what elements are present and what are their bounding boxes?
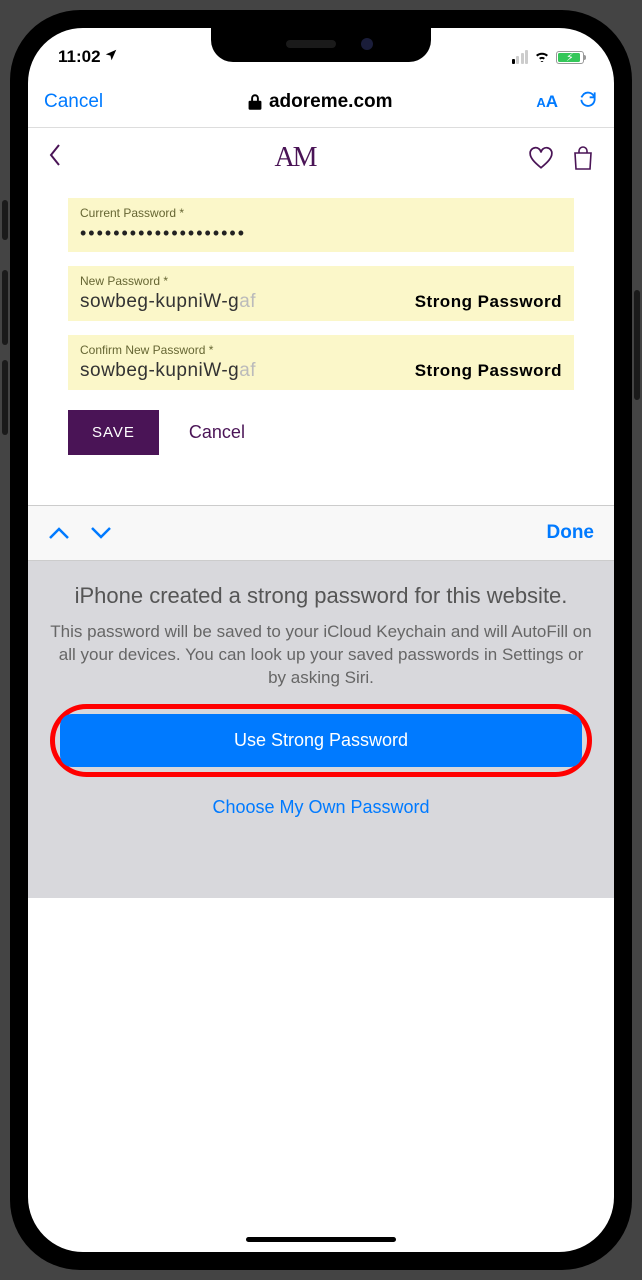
use-strong-password-button[interactable]: Use Strong Password bbox=[60, 714, 582, 767]
keyboard-accessory: Done bbox=[28, 505, 614, 561]
strong-password-badge: Strong Password bbox=[415, 292, 562, 312]
new-password-value: sowbeg-kupniW-g bbox=[80, 291, 239, 313]
strong-password-badge: Strong Password bbox=[415, 361, 562, 381]
status-time: 11:02 bbox=[58, 47, 118, 67]
wifi-icon bbox=[533, 48, 551, 67]
reader-aa-icon[interactable]: AA bbox=[536, 92, 558, 112]
password-form: Current Password * •••••••••••••••••••• … bbox=[28, 188, 614, 465]
notch bbox=[211, 28, 431, 62]
strong-password-sheet: iPhone created a strong password for thi… bbox=[28, 561, 614, 898]
home-indicator[interactable] bbox=[246, 1237, 396, 1242]
current-password-label: Current Password * bbox=[80, 206, 562, 220]
cancel-button[interactable]: Cancel bbox=[44, 91, 103, 113]
phone-frame: 11:02 ⚡︎ Cancel bbox=[10, 10, 632, 1270]
next-field-icon[interactable] bbox=[90, 520, 112, 546]
location-icon bbox=[104, 47, 118, 67]
confirm-password-label: Confirm New Password * bbox=[80, 343, 562, 357]
url-bar[interactable]: adoreme.com bbox=[247, 91, 393, 113]
choose-own-password-button[interactable]: Choose My Own Password bbox=[50, 797, 592, 818]
heart-icon[interactable] bbox=[528, 146, 554, 170]
bag-icon[interactable] bbox=[572, 145, 594, 171]
form-cancel-button[interactable]: Cancel bbox=[189, 422, 245, 443]
save-button[interactable]: SAVE bbox=[68, 410, 159, 455]
lock-icon bbox=[247, 93, 263, 111]
cell-signal-icon bbox=[512, 50, 529, 64]
confirm-password-value: sowbeg-kupniW-g bbox=[80, 360, 239, 382]
done-button[interactable]: Done bbox=[547, 522, 595, 544]
new-password-label: New Password * bbox=[80, 274, 562, 288]
sheet-title: iPhone created a strong password for thi… bbox=[50, 581, 592, 611]
battery-icon: ⚡︎ bbox=[556, 51, 584, 64]
page-content: AM Current Password * ••••••••••••••••••… bbox=[28, 128, 614, 898]
domain-text: adoreme.com bbox=[269, 91, 393, 113]
sheet-subtitle: This password will be saved to your iClo… bbox=[50, 621, 592, 690]
current-password-field[interactable]: Current Password * •••••••••••••••••••• bbox=[68, 198, 574, 252]
current-password-value: •••••••••••••••••••• bbox=[80, 223, 246, 244]
new-password-field[interactable]: New Password * sowbeg-kupniW-gaf Strong … bbox=[68, 266, 574, 321]
back-icon[interactable] bbox=[48, 143, 62, 174]
site-header: AM bbox=[28, 128, 614, 188]
confirm-password-field[interactable]: Confirm New Password * sowbeg-kupniW-gaf… bbox=[68, 335, 574, 390]
safari-toolbar: Cancel adoreme.com AA bbox=[28, 78, 614, 128]
status-right: ⚡︎ bbox=[512, 48, 585, 67]
tutorial-highlight: Use Strong Password bbox=[50, 704, 592, 777]
time-text: 11:02 bbox=[58, 47, 101, 67]
screen: 11:02 ⚡︎ Cancel bbox=[28, 28, 614, 1252]
prev-field-icon[interactable] bbox=[48, 520, 70, 546]
brand-logo[interactable]: AM bbox=[274, 142, 315, 174]
reload-icon[interactable] bbox=[578, 88, 598, 115]
